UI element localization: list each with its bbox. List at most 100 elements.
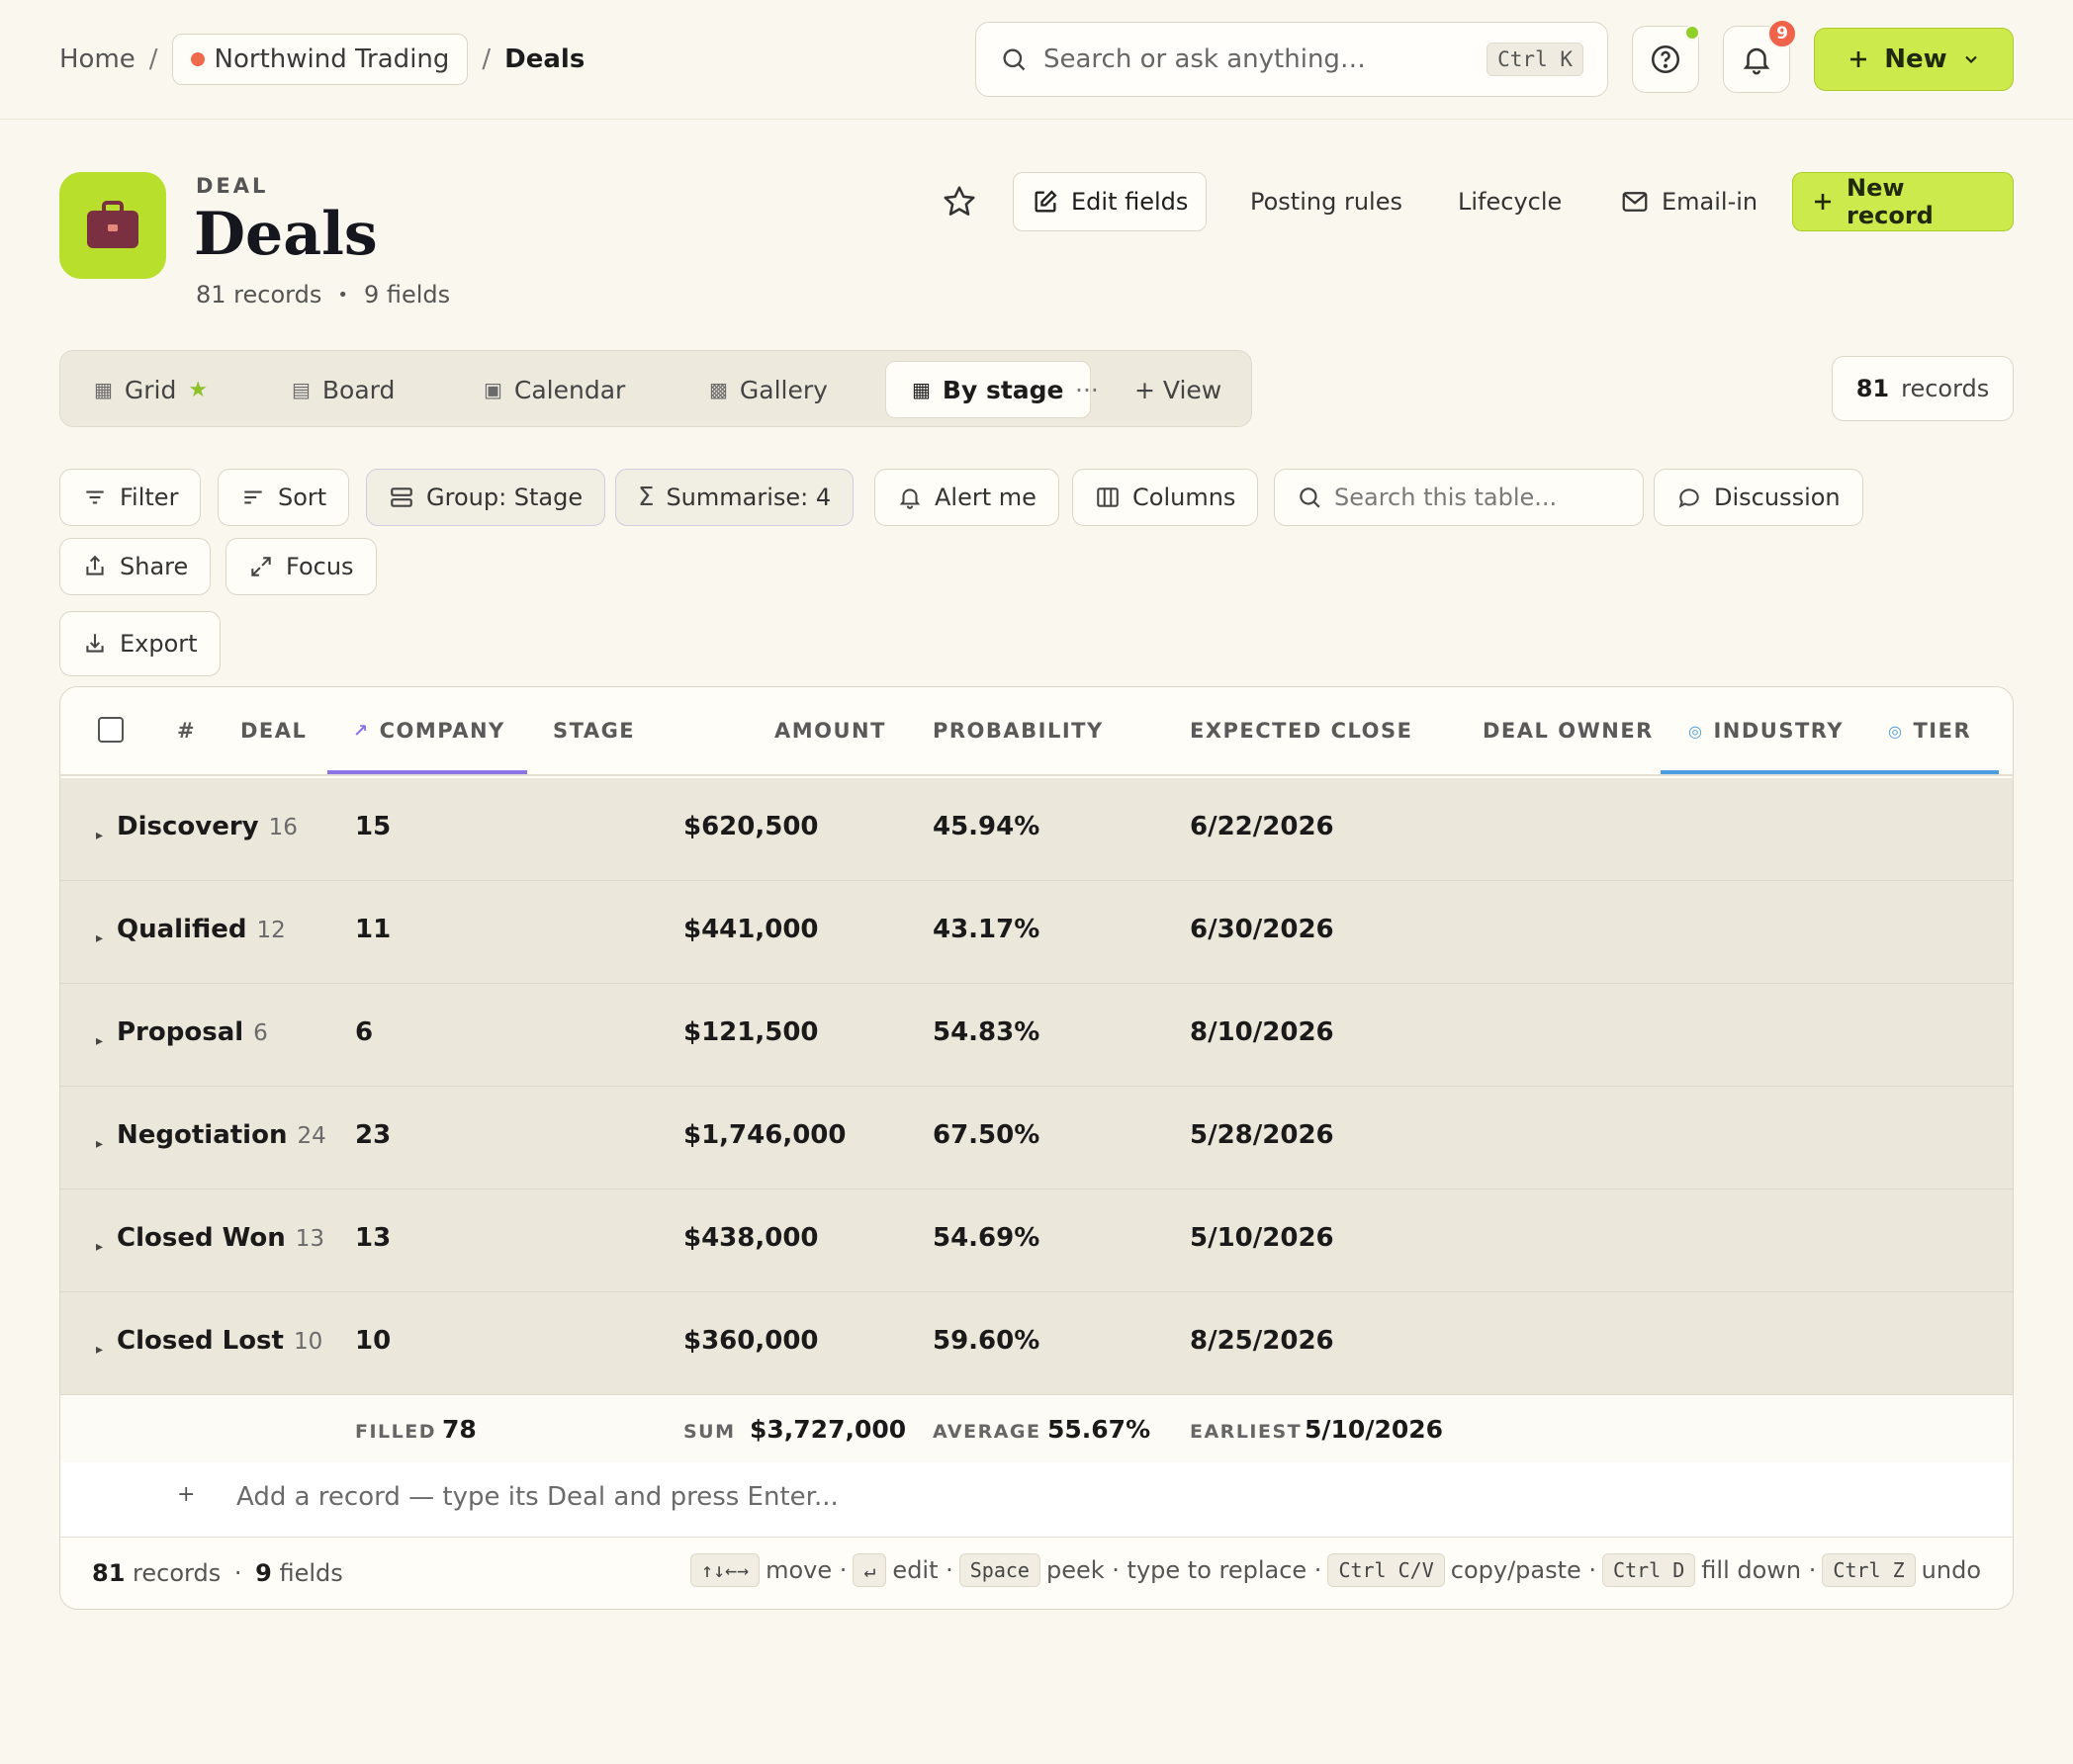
group-row[interactable]: ▸ Proposal 6 6 $121,500 54.83% 8/10/2026 xyxy=(60,984,2013,1087)
footer-records-label: records xyxy=(133,1559,222,1587)
discussion-button[interactable]: Discussion xyxy=(1654,469,1863,526)
expand-triangle-icon[interactable]: ▸ xyxy=(96,1033,103,1049)
help-button[interactable] xyxy=(1632,25,1700,93)
tab-by-stage[interactable]: ▦ By stage xyxy=(885,361,1091,418)
calendar-icon: ▣ xyxy=(484,378,502,401)
group-icon xyxy=(389,485,414,510)
group-button[interactable]: Group: Stage xyxy=(366,469,606,526)
summary-earliest-label: EARLIEST xyxy=(1190,1421,1303,1443)
tab-grid[interactable]: ▦ Grid ★ xyxy=(94,361,208,418)
group-count: 16 xyxy=(268,815,298,840)
footer-records-number: 81 xyxy=(92,1559,126,1587)
summary-filled-label: FILLED xyxy=(355,1421,437,1443)
columns-button[interactable]: Columns xyxy=(1072,469,1259,526)
new-button-label: New xyxy=(1884,44,1947,74)
column-header-amount[interactable]: AMOUNT xyxy=(774,719,886,743)
focus-button[interactable]: Focus xyxy=(225,538,377,595)
search-icon xyxy=(1000,45,1028,73)
add-view-label: + View xyxy=(1134,375,1222,404)
chevron-down-icon xyxy=(1961,49,1981,69)
footer-fields-number: 9 xyxy=(255,1559,272,1587)
breadcrumb-home[interactable]: Home xyxy=(59,44,135,74)
help-icon xyxy=(1649,43,1682,76)
summarise-button[interactable]: Σ Summarise: 4 xyxy=(615,469,855,526)
view-more-button[interactable]: ··· xyxy=(1075,361,1099,418)
lifecycle-label: Lifecycle xyxy=(1458,188,1563,216)
group-row[interactable]: ▸ Qualified 12 11 $441,000 43.17% 6/30/20… xyxy=(60,881,2013,984)
select-all-checkbox[interactable] xyxy=(98,717,124,743)
expand-triangle-icon[interactable]: ▸ xyxy=(96,930,103,946)
breadcrumb-workspace[interactable]: Northwind Trading xyxy=(171,34,469,85)
expand-triangle-icon[interactable]: ▸ xyxy=(96,1136,103,1152)
column-header-stage[interactable]: STAGE xyxy=(553,719,635,743)
default-view-star-icon: ★ xyxy=(188,377,209,402)
group-name: Proposal 6 xyxy=(117,1017,268,1047)
alert-me-button[interactable]: Alert me xyxy=(874,469,1059,526)
filter-button[interactable]: Filter xyxy=(59,469,202,526)
posting-rules-label: Posting rules xyxy=(1250,188,1402,216)
discussion-label: Discussion xyxy=(1714,484,1841,511)
tab-calendar-label: Calendar xyxy=(513,375,626,404)
records-count-button[interactable]: 81 records xyxy=(1832,356,2014,421)
export-button[interactable]: Export xyxy=(59,611,221,676)
column-header-deal[interactable]: DEAL xyxy=(240,719,307,743)
column-header-company[interactable]: ↗ COMPANY xyxy=(353,719,505,743)
filter-icon xyxy=(82,485,108,510)
breadcrumb: Home / Northwind Trading / Deals xyxy=(59,34,585,85)
expand-triangle-icon[interactable]: ▸ xyxy=(96,1239,103,1255)
column-header-deal-owner[interactable]: DEAL OWNER xyxy=(1483,719,1654,743)
plus-icon xyxy=(1847,47,1870,71)
new-record-button[interactable]: New record xyxy=(1792,172,2014,231)
expand-triangle-icon[interactable]: ▸ xyxy=(96,828,103,843)
group-probability: 43.17% xyxy=(933,915,1040,944)
tab-gallery-label: Gallery xyxy=(739,375,828,404)
tab-calendar[interactable]: ▣ Calendar xyxy=(484,361,625,418)
sort-icon xyxy=(240,485,266,510)
tab-gallery[interactable]: ▩ Gallery xyxy=(709,361,828,418)
hint-key: Ctrl C/V xyxy=(1327,1553,1445,1587)
table-header: # DEAL ↗ COMPANY STAGE AMOUNT PROBABILIT… xyxy=(60,687,2013,776)
new-button[interactable]: New xyxy=(1814,28,2014,91)
add-record-input[interactable]: Add a record — type its Deal and press E… xyxy=(236,1482,839,1512)
notifications-button[interactable]: 9 xyxy=(1723,19,1797,93)
hint-key: Space xyxy=(958,1553,1040,1587)
table-search-input[interactable]: Search this table... xyxy=(1274,469,1644,526)
favorite-star-icon[interactable] xyxy=(942,184,977,220)
group-probability: 59.60% xyxy=(933,1326,1040,1356)
group-expected-close: 8/25/2026 xyxy=(1190,1326,1334,1356)
group-row[interactable]: ▸ Closed Lost 10 10 $360,000 59.60% 8/25/… xyxy=(60,1292,2013,1395)
group-row[interactable]: ▸ Discovery 16 15 $620,500 45.94% 6/22/20… xyxy=(60,778,2013,881)
add-record-row[interactable]: + Add a record — type its Deal and press… xyxy=(60,1462,2013,1538)
column-header-probability[interactable]: PROBABILITY xyxy=(933,719,1104,743)
edit-fields-button[interactable]: Edit fields xyxy=(1013,172,1208,231)
group-filled: 11 xyxy=(355,915,392,944)
posting-rules-button[interactable]: Posting rules xyxy=(1232,172,1420,231)
record-count: 81 records xyxy=(196,281,322,309)
group-amount: $438,000 xyxy=(683,1223,819,1253)
group-amount: $441,000 xyxy=(683,915,819,944)
lifecycle-button[interactable]: Lifecycle xyxy=(1440,172,1579,231)
board-icon: ▤ xyxy=(292,378,311,401)
column-header-tier[interactable]: ◎ TIER xyxy=(1888,719,1971,743)
column-header-number[interactable]: # xyxy=(177,719,196,743)
notification-badge: 9 xyxy=(1767,19,1797,48)
group-label: Group: Stage xyxy=(426,484,584,511)
sort-button[interactable]: Sort xyxy=(218,469,350,526)
group-amount: $1,746,000 xyxy=(683,1120,847,1150)
search-icon xyxy=(1297,485,1322,510)
table-search-placeholder: Search this table... xyxy=(1334,484,1558,511)
share-button[interactable]: Share xyxy=(59,538,212,595)
group-row[interactable]: ▸ Negotiation 24 23 $1,746,000 67.50% 5/2… xyxy=(60,1087,2013,1190)
add-view-button[interactable]: + View xyxy=(1134,361,1221,418)
share-label: Share xyxy=(120,553,189,580)
email-in-button[interactable]: Email-in xyxy=(1602,172,1775,231)
field-count: 9 fields xyxy=(363,281,451,309)
global-search-input[interactable]: Search or ask anything… Ctrl K xyxy=(975,22,1608,97)
group-row[interactable]: ▸ Closed Won 13 13 $438,000 54.69% 5/10/2… xyxy=(60,1190,2013,1292)
entity-type-label: DEAL xyxy=(196,174,269,198)
group-probability: 45.94% xyxy=(933,812,1040,841)
tab-board[interactable]: ▤ Board xyxy=(292,361,395,418)
column-header-expected-close[interactable]: EXPECTED CLOSE xyxy=(1190,719,1412,743)
expand-triangle-icon[interactable]: ▸ xyxy=(96,1342,103,1358)
column-header-industry[interactable]: ◎ INDUSTRY xyxy=(1688,719,1844,743)
